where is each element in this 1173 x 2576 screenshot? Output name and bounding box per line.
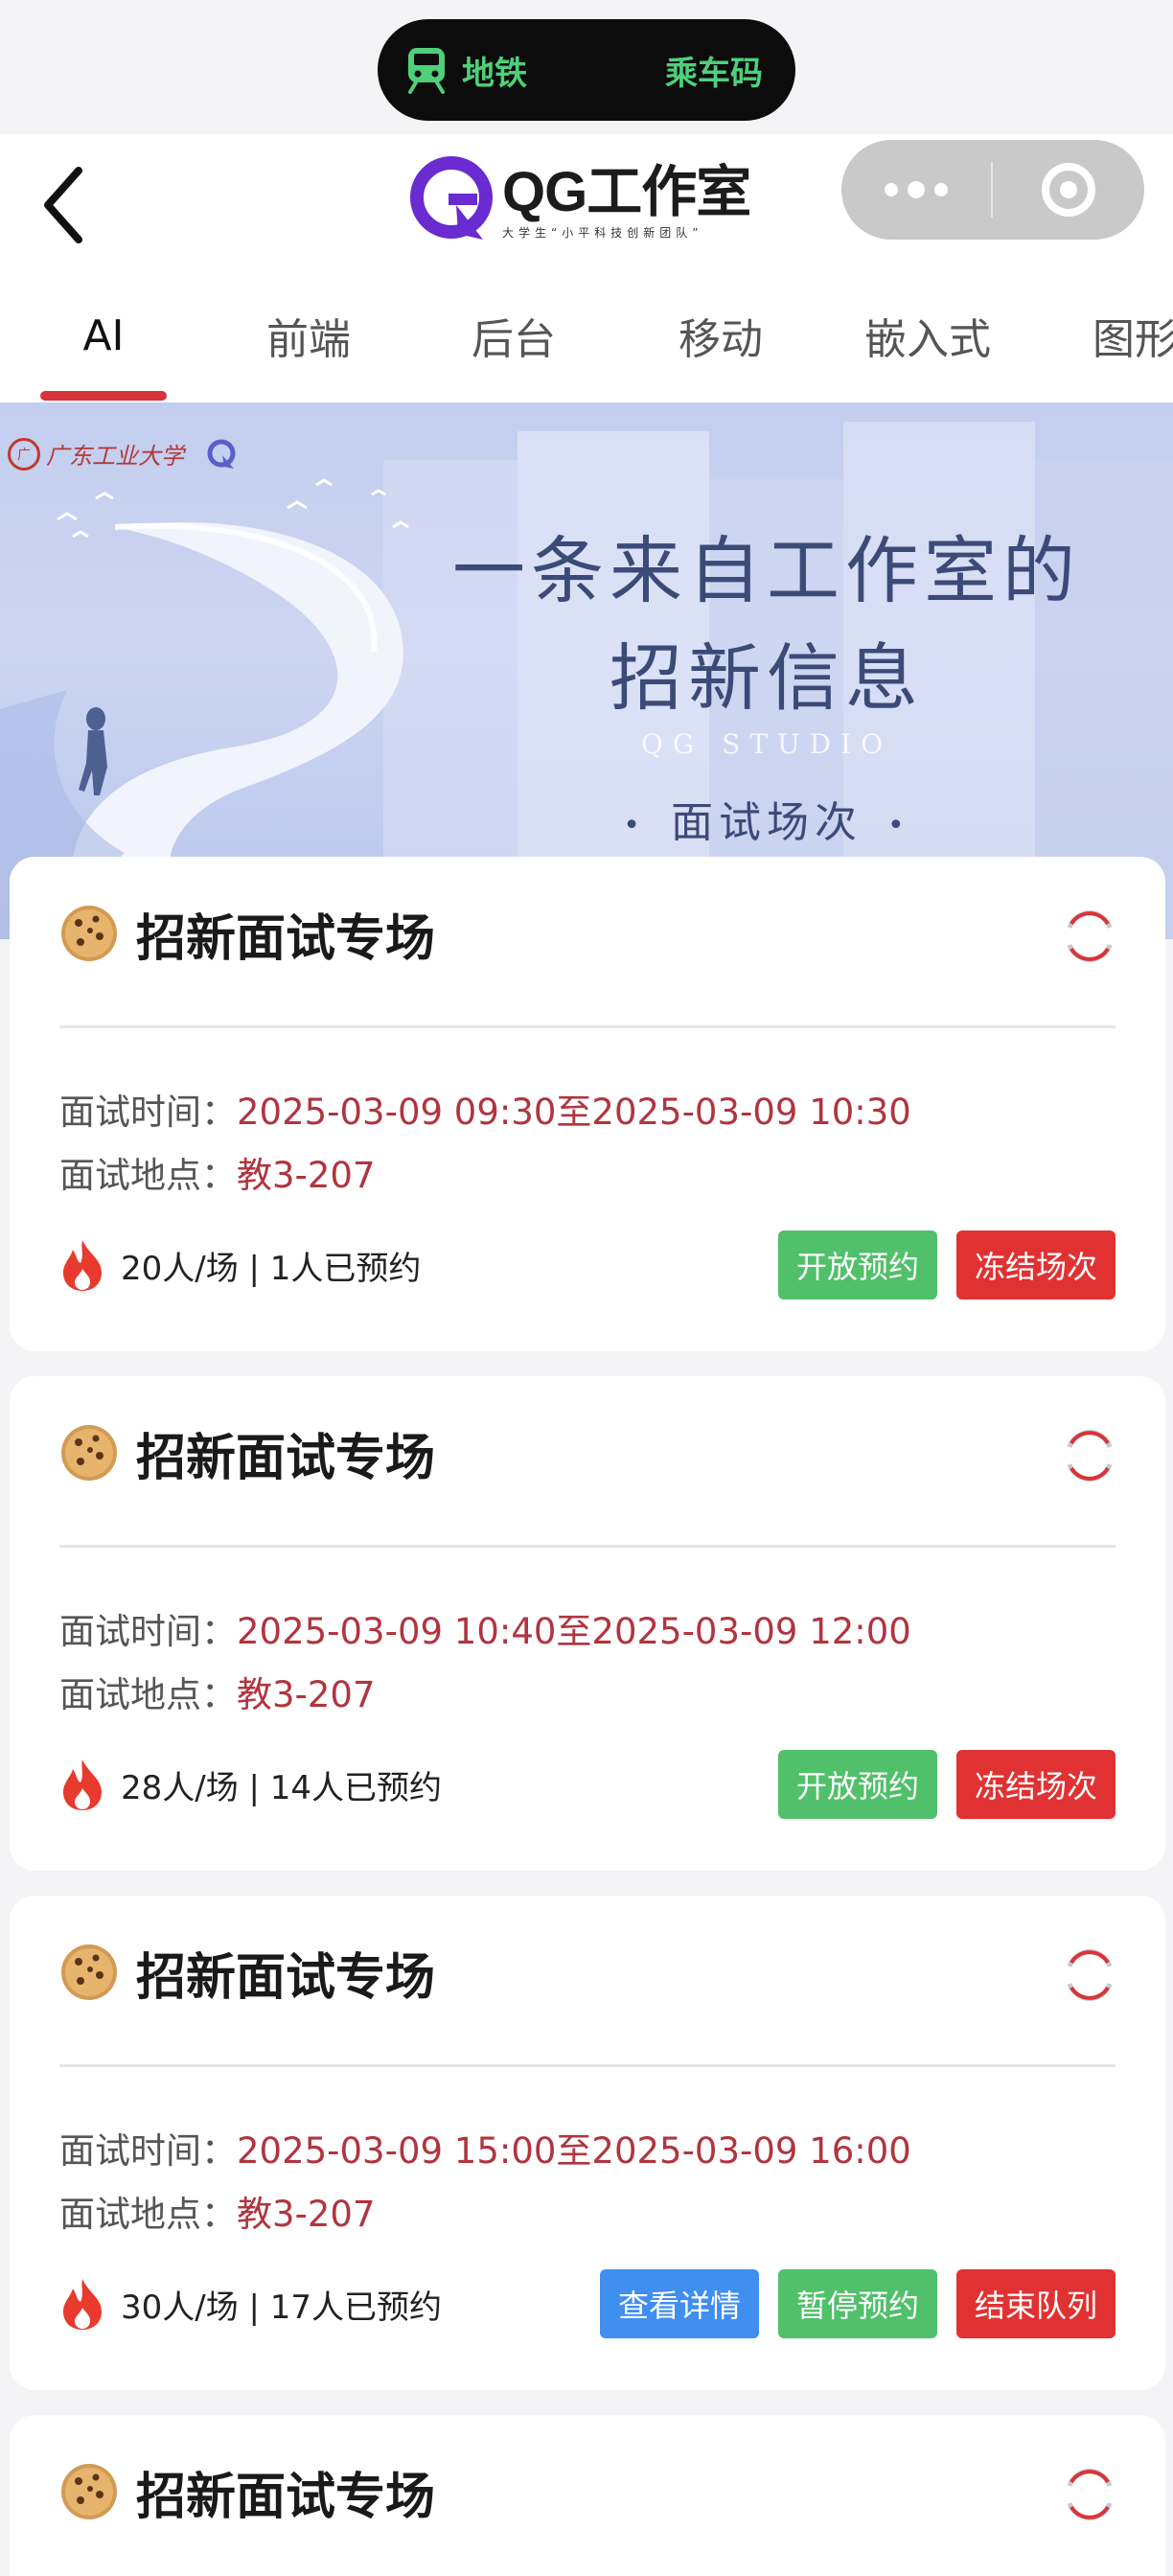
school-logos: 广 广东工业大学 <box>8 437 238 471</box>
ride-code-label[interactable]: 乘车码 <box>665 47 763 94</box>
bullet-icon: • <box>623 808 646 842</box>
chevron-left-icon <box>44 167 82 243</box>
more-icon <box>885 183 898 196</box>
cookie-icon <box>61 906 117 961</box>
interview-time-row: 面试时间：2025-03-09 09:30至2025-03-09 10:30 <box>59 1083 911 1135</box>
capacity-stats: 20人/场 | 1人已预约 <box>59 1238 421 1292</box>
header-bar: QG工作室 大学生“小平科技创新团队” <box>0 134 1173 268</box>
qg-logo-mark-icon <box>410 156 493 240</box>
train-icon <box>408 48 445 94</box>
interview-time-row: 面试时间：2025-03-09 15:00至2025-03-09 16:00 <box>59 2122 911 2174</box>
capacity-text: 28人/场 | 14人已预约 <box>121 1768 443 1807</box>
interview-place-label: 面试地点： <box>59 2194 237 2235</box>
more-button[interactable] <box>841 140 991 240</box>
capacity-stats: 28人/场 | 14人已预约 <box>59 1758 442 1811</box>
fire-icon <box>63 1760 102 1810</box>
metro-label: 地铁 <box>462 54 527 93</box>
freeze-session-button[interactable]: 冻结场次 <box>956 1750 1116 1819</box>
interview-time-label: 面试时间： <box>59 1611 237 1652</box>
card-divider <box>59 1545 1116 1548</box>
close-miniprogram-icon <box>1042 163 1095 217</box>
loading-spinner-icon <box>1067 910 1113 962</box>
fire-icon <box>63 1240 102 1291</box>
banner-title: 一条来自工作室的 招新信息 <box>450 518 1083 732</box>
school-name: 广东工业大学 <box>46 443 184 470</box>
interview-place-row: 面试地点：教3-207 <box>59 1146 376 1198</box>
more-icon-dot <box>908 181 925 198</box>
bullet-icon: • <box>887 808 910 842</box>
banner-session-heading: • 面试场次 • <box>450 788 1083 849</box>
session-actions: 开放预约 冻结场次 <box>778 1750 1116 1819</box>
tab-ai[interactable]: AI <box>17 268 190 402</box>
tab-backend[interactable]: 后台 <box>427 268 600 402</box>
logo-title: QG工作室 <box>502 160 751 223</box>
loading-spinner-icon <box>1067 1949 1113 2001</box>
interview-place-row: 面试地点：教3-207 <box>59 2185 376 2237</box>
back-button[interactable] <box>29 165 96 245</box>
card-divider <box>59 1025 1116 1028</box>
cookie-icon <box>61 1425 117 1481</box>
loading-spinner-icon <box>1067 2469 1113 2520</box>
interview-place-value: 教3-207 <box>237 1674 376 1715</box>
pause-booking-button[interactable]: 暂停预约 <box>778 2269 937 2338</box>
interview-place-label: 面试地点： <box>59 1155 237 1196</box>
capacity-text: 30人/场 | 17人已预约 <box>121 2288 443 2327</box>
session-title: 招新面试专场 <box>136 2468 436 2526</box>
card-divider <box>59 2064 1116 2067</box>
banner-studio-name: QG STUDIO <box>640 728 893 760</box>
logo-subtitle: 大学生“小平科技创新团队” <box>502 225 703 240</box>
view-details-button[interactable]: 查看详情 <box>600 2269 759 2338</box>
transit-shortcut-pill[interactable]: 地铁 乘车码 <box>378 19 795 121</box>
session-card[interactable]: 招新面试专场 面试时间：2025-03-09 15:00至2025-03-09 … <box>10 1896 1165 2390</box>
session-actions: 查看详情 暂停预约 结束队列 <box>600 2269 1116 2338</box>
tab-frontend[interactable]: 前端 <box>222 268 395 402</box>
loading-spinner-icon <box>1067 1430 1113 1482</box>
session-card[interactable]: 招新面试专场 面试时间：2025-03-09 09:30至2025-03-09 … <box>10 857 1165 1351</box>
session-title: 招新面试专场 <box>136 1948 436 2007</box>
session-actions: 开放预约 冻结场次 <box>778 1230 1116 1300</box>
end-queue-button[interactable]: 结束队列 <box>956 2269 1116 2338</box>
interview-place-value: 教3-207 <box>237 1155 376 1196</box>
session-card[interactable]: 招新面试专场 面试时间：2025-03-09 10:40至2025-03-09 … <box>10 1376 1165 1871</box>
banner-title-line1: 一条来自工作室的 <box>452 528 1081 613</box>
tab-graphics[interactable]: 图形 <box>1054 268 1173 402</box>
miniprogram-capsule <box>841 140 1144 240</box>
interview-time-label: 面试时间： <box>59 1092 237 1133</box>
interview-time-label: 面试时间： <box>59 2130 237 2172</box>
fire-icon <box>63 2279 102 2330</box>
cookie-icon <box>61 1944 117 2000</box>
interview-time-value: 2025-03-09 10:40至2025-03-09 12:00 <box>237 1611 911 1652</box>
school-seal-icon: 广 <box>8 437 40 471</box>
more-icon-dot <box>934 183 948 196</box>
category-tabs: AI 前端 后台 移动 嵌入式 图形 <box>0 268 1173 402</box>
session-card[interactable]: 招新面试专场 <box>10 2415 1165 2576</box>
tab-embedded[interactable]: 嵌入式 <box>841 268 1014 402</box>
tab-mobile[interactable]: 移动 <box>634 268 807 402</box>
open-booking-button[interactable]: 开放预约 <box>778 1750 937 1819</box>
close-miniprogram-button[interactable] <box>993 140 1144 240</box>
active-tab-indicator <box>40 391 167 401</box>
capacity-text: 20人/场 | 1人已预约 <box>121 1249 422 1288</box>
interview-place-label: 面试地点： <box>59 1674 237 1715</box>
banner-title-line2: 招新信息 <box>610 635 924 721</box>
interview-place-value: 教3-207 <box>237 2194 376 2235</box>
freeze-session-button[interactable]: 冻结场次 <box>956 1230 1116 1300</box>
capacity-stats: 30人/场 | 17人已预约 <box>59 2277 442 2331</box>
cookie-icon <box>61 2464 117 2519</box>
banner-session-label: 面试场次 <box>671 798 862 847</box>
qg-studio-logo: QG工作室 大学生“小平科技创新团队” <box>410 153 765 249</box>
interview-place-row: 面试地点：教3-207 <box>59 1666 376 1717</box>
interview-time-value: 2025-03-09 09:30至2025-03-09 10:30 <box>237 1092 911 1133</box>
interview-time-value: 2025-03-09 15:00至2025-03-09 16:00 <box>237 2130 911 2172</box>
qg-mini-logo-icon <box>207 439 236 469</box>
session-title: 招新面试专场 <box>136 909 436 968</box>
interview-time-row: 面试时间：2025-03-09 10:40至2025-03-09 12:00 <box>59 1602 911 1654</box>
open-booking-button[interactable]: 开放预约 <box>778 1230 937 1300</box>
session-title: 招新面试专场 <box>136 1429 436 1487</box>
